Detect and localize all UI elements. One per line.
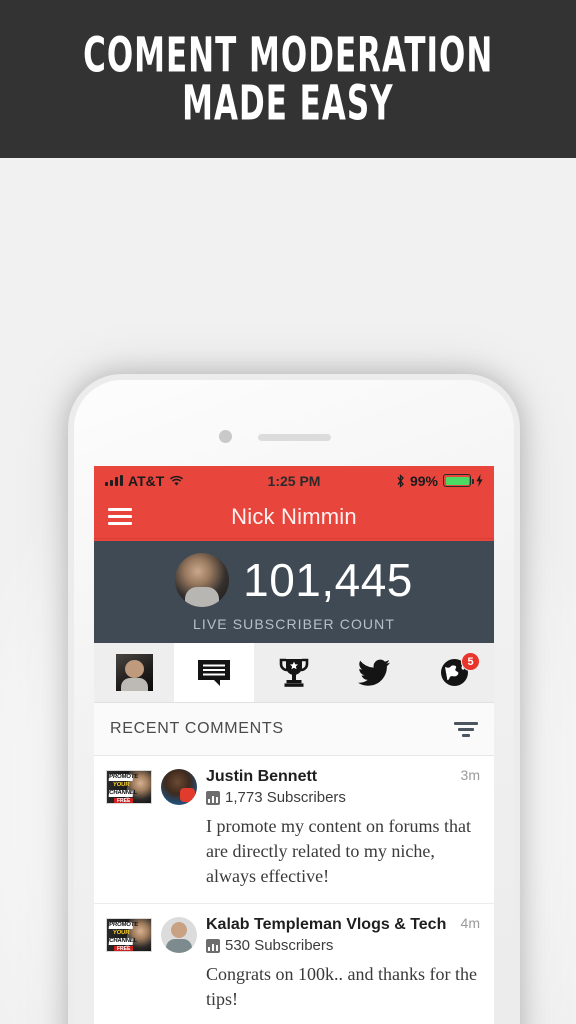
- bar-chart-icon: [206, 939, 220, 953]
- thumbnail-text-2: YOUR: [112, 782, 130, 788]
- subscriber-count-panel: 101,445 LIVE SUBSCRIBER COUNT: [94, 539, 494, 643]
- front-camera-icon: [219, 430, 232, 443]
- tab-twitter[interactable]: [334, 643, 414, 702]
- comment-timestamp: 3m: [460, 767, 480, 783]
- comment-row[interactable]: PROMOTE YOUR CHANNEL FREE Kalab Templema…: [94, 904, 494, 1024]
- commenter-info: Kalab Templeman Vlogs & Tech 530 Subscri…: [206, 915, 453, 955]
- global-tab-badge: 5: [461, 652, 480, 671]
- status-bar: AT&T 1:25 PM 99%: [94, 466, 494, 495]
- tab-bar: 5: [94, 643, 494, 703]
- phone-mockup: AT&T 1:25 PM 99% Nick Nimmin 101,445 LIV…: [68, 374, 520, 1024]
- product-stage: AT&T 1:25 PM 99% Nick Nimmin 101,445 LIV…: [0, 158, 576, 1024]
- thumbnail-text-1: PROMOTE: [108, 774, 139, 781]
- filter-icon[interactable]: [454, 721, 478, 737]
- commenter-name: Justin Bennett: [206, 768, 318, 785]
- tab-comments[interactable]: [174, 643, 254, 702]
- comment-timestamp: 4m: [460, 915, 480, 931]
- subscriber-count-label: LIVE SUBSCRIBER COUNT: [192, 615, 396, 632]
- trophy-icon: [279, 658, 309, 687]
- profile-avatar-icon: [115, 654, 153, 691]
- comment-text: Congrats on 100k.. and thanks for the ti…: [206, 964, 477, 1009]
- twitter-bird-icon: [358, 659, 390, 686]
- commenter-avatar[interactable]: [161, 769, 197, 805]
- video-thumbnail[interactable]: PROMOTE YOUR CHANNEL FREE: [106, 770, 152, 804]
- channel-avatar: [175, 552, 230, 607]
- comment-header: Justin Bennett 1,773 Subscribers 3m: [206, 767, 480, 807]
- charging-bolt-icon: [476, 474, 483, 487]
- hamburger-menu-icon[interactable]: [108, 504, 132, 529]
- commenter-info: Justin Bennett 1,773 Subscribers: [206, 767, 453, 807]
- video-thumbnail[interactable]: PROMOTE YOUR CHANNEL FREE: [106, 918, 152, 952]
- promo-banner: COMENT MODERATION MADE EASY: [0, 0, 576, 158]
- comment-text: I promote my content on forums that are …: [206, 816, 471, 886]
- bar-chart-icon: [206, 791, 220, 805]
- page-title: Nick Nimmin: [231, 503, 357, 529]
- thumbnail-text-1: PROMOTE: [108, 922, 139, 929]
- subscriber-count-text: 530 Subscribers: [225, 937, 334, 954]
- tab-awards[interactable]: [254, 643, 334, 702]
- earpiece-speaker: [258, 434, 331, 441]
- battery-icon: [443, 474, 474, 487]
- comment-header: Kalab Templeman Vlogs & Tech 530 Subscri…: [206, 915, 480, 955]
- comment-bubble-icon: [198, 659, 230, 686]
- comment-body: Kalab Templeman Vlogs & Tech 530 Subscri…: [206, 915, 480, 1012]
- status-bar-right: 99%: [396, 473, 483, 489]
- thumbnail-text-3: CHANNEL: [108, 938, 138, 945]
- thumbnail-text-3: CHANNEL: [108, 790, 138, 797]
- phone-screen: AT&T 1:25 PM 99% Nick Nimmin 101,445 LIV…: [94, 466, 494, 1024]
- commenter-avatar[interactable]: [161, 917, 197, 953]
- comment-row[interactable]: PROMOTE YOUR CHANNEL FREE Justin Bennett…: [94, 756, 494, 904]
- thumbnail-text-4: FREE: [114, 798, 134, 803]
- subscriber-count-row: 101,445: [175, 552, 413, 607]
- battery-percent-label: 99%: [409, 472, 438, 489]
- subscriber-count-text: 1,773 Subscribers: [225, 789, 346, 806]
- thumbnail-text-2: YOUR: [112, 930, 130, 936]
- commenter-subscribers: 1,773 Subscribers: [206, 789, 453, 807]
- commenter-name: Kalab Templeman Vlogs & Tech: [206, 916, 447, 933]
- comment-body: Justin Bennett 1,773 Subscribers 3m I pr…: [206, 767, 480, 889]
- recent-comments-header: RECENT COMMENTS: [94, 703, 494, 756]
- subscriber-count-value: 101,445: [243, 553, 413, 606]
- tab-profile[interactable]: [94, 643, 174, 702]
- bluetooth-icon: [397, 473, 404, 488]
- promo-headline-line-2: MADE EASY: [182, 74, 394, 132]
- thumbnail-text-4: FREE: [114, 946, 134, 951]
- tab-global[interactable]: 5: [414, 643, 494, 702]
- app-bar: Nick Nimmin: [94, 495, 494, 539]
- commenter-subscribers: 530 Subscribers: [206, 937, 453, 955]
- section-title: RECENT COMMENTS: [110, 720, 284, 737]
